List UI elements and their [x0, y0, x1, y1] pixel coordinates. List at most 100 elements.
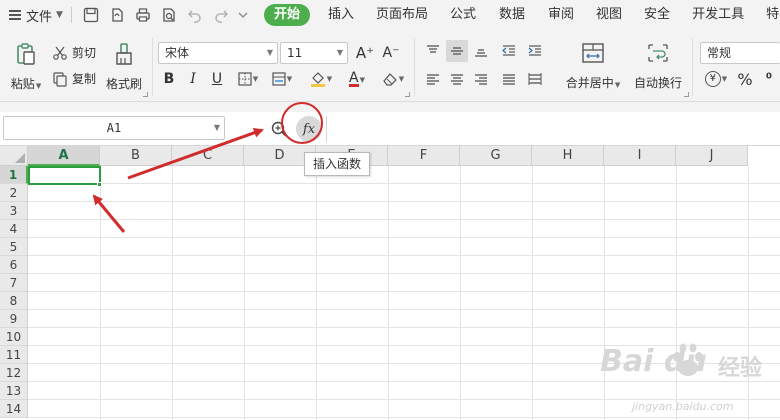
baidu-watermark: Bai du 经验 jingyan.baidu.com: [592, 340, 778, 420]
font-color-button[interactable]: A ▼: [342, 68, 372, 90]
file-menu-button[interactable]: 文件 ▼: [0, 0, 63, 30]
font-color-icon: A: [349, 69, 359, 87]
clipboard-group-launcher-icon[interactable]: [143, 92, 148, 97]
paint-bucket-icon: [310, 72, 325, 87]
fill-color-button[interactable]: ▼: [306, 68, 336, 90]
customize-toolbar-icon[interactable]: [234, 0, 252, 30]
eraser-icon: [383, 73, 397, 86]
underline-button[interactable]: U: [206, 68, 228, 90]
align-left-button[interactable]: [422, 68, 444, 90]
increase-indent-button[interactable]: [524, 40, 546, 62]
currency-button[interactable]: ¥ ▼: [700, 68, 732, 90]
format-painter-label: 格式刷: [105, 77, 142, 91]
column-header-a[interactable]: A: [28, 146, 100, 166]
undo-icon[interactable]: [182, 0, 208, 30]
row-header-14[interactable]: 14: [0, 400, 28, 418]
comma-style-button[interactable]: ⁰: [758, 68, 780, 90]
tab-insert[interactable]: 插入: [328, 0, 354, 30]
column-header-b[interactable]: B: [100, 146, 172, 166]
paste-button[interactable]: 粘贴▼: [6, 42, 46, 92]
output-pdf-icon[interactable]: [104, 0, 130, 30]
tab-security[interactable]: 安全: [644, 0, 670, 30]
justify-icon: [503, 74, 515, 85]
watermark-brand: Bai du: [600, 344, 707, 379]
paste-label: 粘贴: [10, 77, 35, 91]
clear-button[interactable]: ▼: [378, 68, 408, 90]
alignment-group-launcher-icon[interactable]: [684, 92, 689, 97]
print-icon[interactable]: [130, 0, 156, 30]
number-format-select[interactable]: 常规: [700, 42, 780, 64]
column-header-j[interactable]: J: [676, 146, 748, 166]
justify-button[interactable]: [498, 68, 520, 90]
row-header-10[interactable]: 10: [0, 328, 28, 346]
column-header-g[interactable]: G: [460, 146, 532, 166]
percent-icon: %: [737, 69, 753, 89]
tab-view[interactable]: 视图: [596, 0, 622, 30]
align-bottom-button[interactable]: [470, 40, 492, 62]
row-header-3[interactable]: 3: [0, 202, 28, 220]
bold-button[interactable]: B: [158, 68, 180, 90]
row-header-5[interactable]: 5: [0, 238, 28, 256]
column-header-i[interactable]: I: [604, 146, 676, 166]
chevron-down-icon: ▼: [336, 48, 343, 57]
wrap-text-icon: [648, 44, 668, 62]
decrease-indent-button[interactable]: [498, 40, 520, 62]
row-header-4[interactable]: 4: [0, 220, 28, 238]
cut-button[interactable]: 剪切: [52, 44, 96, 61]
formula-input[interactable]: [326, 116, 780, 142]
cell-style-button[interactable]: ▼: [268, 68, 296, 90]
font-size-select[interactable]: 11 ▼: [280, 42, 348, 64]
tab-formulas[interactable]: 公式: [450, 0, 476, 30]
align-middle-button[interactable]: [446, 40, 468, 62]
shrink-font-button[interactable]: A⁻: [380, 42, 402, 64]
wrap-text-button[interactable]: 自动换行: [630, 42, 686, 91]
align-center-button[interactable]: [446, 68, 468, 90]
grid-line-horizontal: [28, 291, 780, 292]
active-cell[interactable]: [28, 166, 101, 185]
column-header-c[interactable]: C: [172, 146, 244, 166]
chevron-down-icon: ▼: [614, 81, 621, 89]
row-header-13[interactable]: 13: [0, 382, 28, 400]
formula-bar: A1 ▼ fx: [0, 112, 780, 146]
copy-button[interactable]: 复制: [52, 70, 96, 87]
highlight-circle: [281, 102, 323, 144]
percent-button[interactable]: %: [734, 68, 756, 90]
redo-icon[interactable]: [208, 0, 234, 30]
row-header-9[interactable]: 9: [0, 310, 28, 328]
align-right-icon: [475, 74, 487, 85]
fill-handle[interactable]: [97, 182, 102, 187]
tab-review[interactable]: 审阅: [548, 0, 574, 30]
format-painter-button[interactable]: 格式刷: [104, 42, 144, 92]
grid-line-horizontal: [28, 219, 780, 220]
border-button[interactable]: ▼: [234, 68, 262, 90]
align-top-button[interactable]: [422, 40, 444, 62]
row-header-6[interactable]: 6: [0, 256, 28, 274]
tab-data[interactable]: 数据: [499, 0, 525, 30]
print-preview-icon[interactable]: [156, 0, 182, 30]
row-header-11[interactable]: 11: [0, 346, 28, 364]
distributed-button[interactable]: [524, 68, 546, 90]
save-icon[interactable]: [78, 0, 104, 30]
row-header-1[interactable]: 1: [0, 166, 28, 184]
grow-font-button[interactable]: A⁺: [354, 42, 376, 64]
font-group-launcher-icon[interactable]: [405, 92, 410, 97]
column-header-h[interactable]: H: [532, 146, 604, 166]
row-header-2[interactable]: 2: [0, 184, 28, 202]
merge-center-button[interactable]: 合并居中▼: [560, 42, 626, 91]
font-name-value: 宋体: [165, 46, 190, 60]
underline-icon: U: [211, 71, 223, 87]
tab-special[interactable]: 特: [766, 0, 779, 30]
select-all-button[interactable]: [0, 146, 28, 166]
font-name-select[interactable]: 宋体 ▼: [158, 42, 278, 64]
row-header-8[interactable]: 8: [0, 292, 28, 310]
align-right-button[interactable]: [470, 68, 492, 90]
tab-developer[interactable]: 开发工具: [692, 0, 744, 30]
row-header-12[interactable]: 12: [0, 364, 28, 382]
tab-home[interactable]: 开始: [263, 4, 310, 26]
italic-button[interactable]: I: [182, 68, 204, 90]
name-box[interactable]: A1 ▼: [3, 116, 225, 140]
tab-page-layout[interactable]: 页面布局: [376, 0, 428, 30]
divider: [692, 38, 693, 96]
row-header-7[interactable]: 7: [0, 274, 28, 292]
column-header-f[interactable]: F: [388, 146, 460, 166]
